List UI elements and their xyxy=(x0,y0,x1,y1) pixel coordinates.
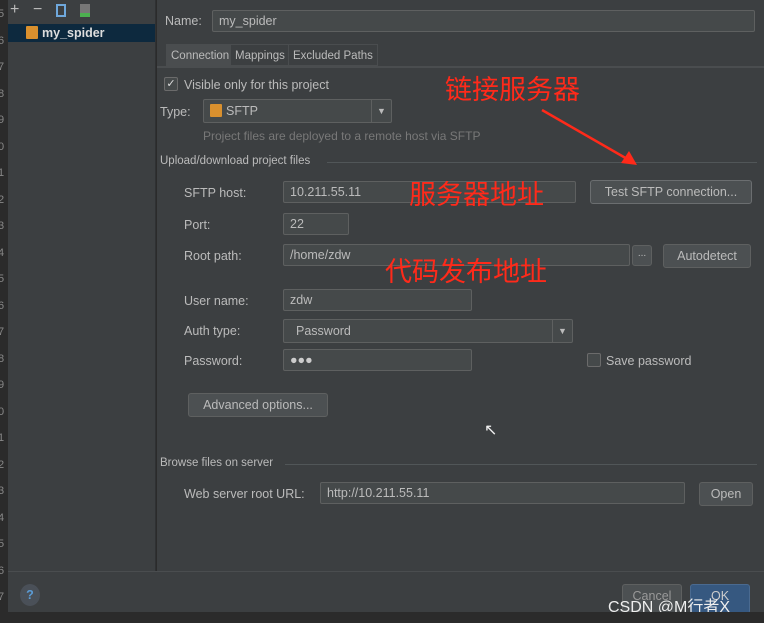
sftp-icon xyxy=(210,104,222,117)
line-number: 6 xyxy=(0,34,5,47)
mouse-cursor-icon: ↖ xyxy=(484,422,498,439)
editor-gutter: 5 6 7 8 9 0 1 2 3 4 5 6 7 8 9 0 1 2 3 4 5 6 7 xyxy=(0,0,8,612)
line-number: 7 xyxy=(0,61,5,73)
line-number: 4 xyxy=(0,246,5,259)
editor-background xyxy=(0,612,764,623)
copy-icon[interactable] xyxy=(56,4,66,17)
line-number: 1 xyxy=(0,432,5,444)
tab-excluded-paths[interactable]: Excluded Paths xyxy=(288,44,378,66)
help-button[interactable]: ? xyxy=(20,584,40,606)
line-number: 4 xyxy=(0,511,5,524)
line-number: 0 xyxy=(0,405,5,418)
line-number: 6 xyxy=(0,564,5,577)
line-number: 0 xyxy=(0,140,5,153)
default-server-icon[interactable] xyxy=(80,4,90,17)
open-button[interactable]: Open xyxy=(699,482,753,506)
line-number: 3 xyxy=(0,485,5,497)
autodetect-button[interactable]: Autodetect xyxy=(663,244,751,268)
line-number: 7 xyxy=(0,326,5,338)
type-select[interactable]: SFTP ▼ xyxy=(203,99,392,123)
remove-icon[interactable]: − xyxy=(33,1,42,19)
annotation-arrow-icon xyxy=(541,108,637,165)
browse-button[interactable]: ... xyxy=(632,245,652,266)
line-number: 5 xyxy=(0,273,5,285)
line-number: 8 xyxy=(0,87,5,100)
root-path-label: Root path: xyxy=(184,249,242,263)
server-config-panel: Name: my_spider Connection Mappings Excl… xyxy=(157,0,764,571)
type-hint: Project files are deployed to a remote h… xyxy=(203,129,481,143)
visible-only-label: Visible only for this project xyxy=(184,78,329,92)
host-label: SFTP host: xyxy=(184,186,247,200)
save-password-label: Save password xyxy=(606,354,692,368)
line-number: 7 xyxy=(0,591,5,603)
chevron-down-icon: ▼ xyxy=(371,100,391,122)
port-input[interactable]: 22 xyxy=(283,213,349,235)
line-number: 3 xyxy=(0,220,5,232)
user-name-input[interactable]: zdw xyxy=(283,289,472,311)
server-item-my-spider[interactable]: my_spider xyxy=(8,24,155,42)
line-number: 2 xyxy=(0,458,5,471)
tab-mappings[interactable]: Mappings xyxy=(230,44,290,66)
type-label: Type: xyxy=(160,105,191,119)
password-input[interactable]: ●●● xyxy=(283,349,472,371)
test-connection-button[interactable]: Test SFTP connection... xyxy=(590,180,752,204)
auth-type-label: Auth type: xyxy=(184,324,241,338)
web-root-label: Web server root URL: xyxy=(184,487,305,501)
line-number: 5 xyxy=(0,538,5,550)
save-password-checkbox[interactable] xyxy=(587,353,601,367)
line-number: 9 xyxy=(0,114,5,126)
dialog-footer: ? Cancel OK CSDN @M行者X xyxy=(8,571,764,616)
upload-section-title: Upload/download project files xyxy=(160,155,311,167)
annotation-deploy-path: 代码发布地址 xyxy=(385,257,547,288)
server-list-panel: + − my_spider xyxy=(8,0,156,571)
chevron-down-icon: ▼ xyxy=(552,320,572,342)
sftp-server-icon xyxy=(26,26,38,39)
line-number: 9 xyxy=(0,379,5,391)
port-label: Port: xyxy=(184,218,211,232)
advanced-options-button[interactable]: Advanced options... xyxy=(188,393,328,417)
annotation-connect-server: 链接服务器 xyxy=(445,75,580,106)
add-icon[interactable]: + xyxy=(10,1,19,19)
line-number: 5 xyxy=(0,8,5,20)
browse-section-title: Browse files on server xyxy=(160,457,274,469)
web-root-input[interactable]: http://10.211.55.11 xyxy=(320,482,685,504)
user-name-label: User name: xyxy=(184,294,249,308)
line-number: 1 xyxy=(0,167,5,179)
annotation-server-address: 服务器地址 xyxy=(409,180,544,211)
password-label: Password: xyxy=(184,354,243,368)
line-number: 8 xyxy=(0,352,5,365)
line-number: 2 xyxy=(0,193,5,206)
name-input[interactable]: my_spider xyxy=(212,10,755,32)
line-number: 6 xyxy=(0,299,5,312)
name-label: Name: xyxy=(165,14,202,28)
visible-only-checkbox[interactable]: ✓ xyxy=(164,77,178,91)
tab-connection[interactable]: Connection xyxy=(166,44,235,66)
auth-type-select[interactable]: Password ▼ xyxy=(283,319,573,343)
